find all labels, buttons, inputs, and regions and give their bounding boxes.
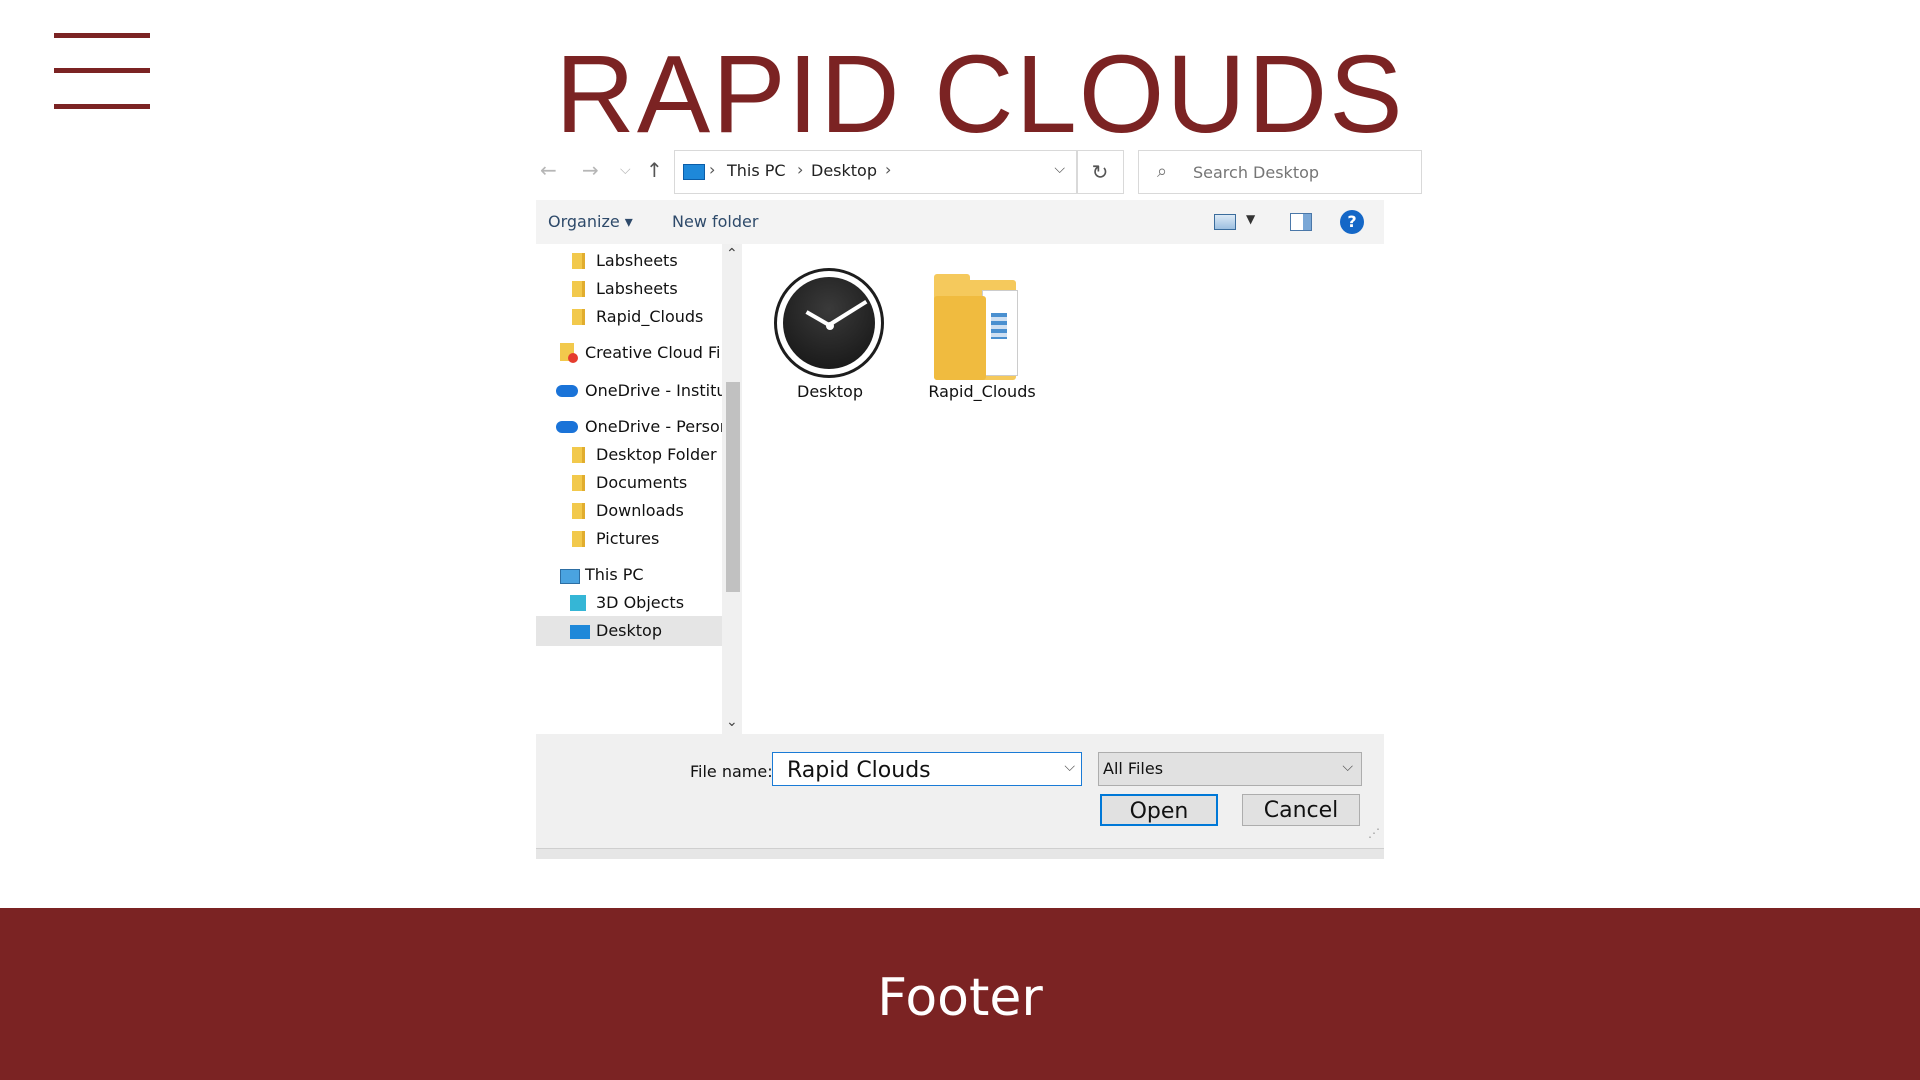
file-name-combobox[interactable]: ⌵ xyxy=(772,752,1082,786)
nav-item-rapid-clouds[interactable]: Rapid_Clouds xyxy=(536,302,722,332)
nav-item-label: Downloads xyxy=(596,501,684,520)
dialog-bottom-strip xyxy=(536,848,1384,859)
file-item-label: Desktop xyxy=(797,382,863,401)
file-name-label: File name: xyxy=(690,762,773,781)
nav-item-onedrive-personal[interactable]: OneDrive - Personal xyxy=(536,412,722,442)
nav-item-label: Documents xyxy=(596,473,688,492)
file-name-input[interactable] xyxy=(785,757,1049,783)
nav-item-label: This PC xyxy=(585,565,644,584)
nav-item-label: OneDrive - Personal xyxy=(585,417,722,436)
nav-item-3d-objects[interactable]: 3D Objects xyxy=(536,588,722,618)
folder-icon xyxy=(572,531,585,547)
navigation-pane: Labsheets Labsheets Rapid_Clouds Creativ… xyxy=(536,244,742,734)
nav-item-label: OneDrive - Institute xyxy=(585,381,722,400)
preview-pane-icon[interactable] xyxy=(1290,213,1312,231)
app-title: RAPID CLOUDS xyxy=(555,33,1405,156)
address-row: ← → ⌵ ↑ › This PC › Desktop › ⌵ ↻ ⌕ xyxy=(536,148,1422,196)
cancel-button[interactable]: Cancel xyxy=(1242,794,1360,826)
breadcrumb-separator-icon: › xyxy=(885,160,892,179)
nav-item-creative-cloud-files[interactable]: Creative Cloud Files xyxy=(536,338,722,368)
nav-item-label: Rapid_Clouds xyxy=(596,307,704,326)
nav-item-desktop[interactable]: Desktop xyxy=(536,616,722,646)
onedrive-icon xyxy=(556,421,578,433)
nav-item-labsheets[interactable]: Labsheets xyxy=(536,274,722,304)
chevron-down-icon[interactable]: ⌵ xyxy=(1064,759,1075,775)
desktop-icon xyxy=(570,625,590,639)
scrollbar-thumb[interactable] xyxy=(726,382,740,592)
search-box[interactable]: ⌕ xyxy=(1138,150,1422,194)
address-dropdown-chevron-icon[interactable]: ⌵ xyxy=(1054,161,1065,177)
breadcrumb-separator-icon: › xyxy=(797,160,804,179)
nav-item-label: Pictures xyxy=(596,529,660,548)
creative-cloud-icon xyxy=(560,343,578,363)
folder-icon xyxy=(572,253,585,269)
folder-icon xyxy=(572,309,585,325)
scroll-up-icon[interactable]: ⌃ xyxy=(726,246,738,262)
clock-icon xyxy=(774,268,884,378)
nav-item-label: Labsheets xyxy=(596,279,678,298)
file-open-dialog: ← → ⌵ ↑ › This PC › Desktop › ⌵ ↻ ⌕ Orga… xyxy=(536,148,1422,859)
file-list-view: Desktop Rapid_Clouds xyxy=(742,244,1384,734)
address-bar[interactable]: › This PC › Desktop › ⌵ xyxy=(674,150,1078,194)
folder-icon xyxy=(572,447,585,463)
folder-icon xyxy=(572,503,585,519)
3d-objects-icon xyxy=(570,595,586,611)
folder-icon xyxy=(572,475,585,491)
view-options-dropdown-icon[interactable]: ▼ xyxy=(1246,212,1255,226)
chevron-down-icon: ⌵ xyxy=(1342,759,1353,775)
breadcrumb-this-pc[interactable]: This PC xyxy=(727,161,786,180)
folder-icon xyxy=(934,274,1020,380)
resize-grip-icon[interactable]: ⋰ xyxy=(1368,826,1380,840)
nav-item-label: 3D Objects xyxy=(596,593,685,612)
onedrive-icon xyxy=(556,385,578,397)
this-pc-icon xyxy=(683,164,705,180)
file-item-rapid-clouds[interactable]: Rapid_Clouds xyxy=(912,254,1036,401)
back-arrow-icon[interactable]: ← xyxy=(540,158,557,182)
nav-item-label: Desktop xyxy=(596,621,662,640)
nav-item-labsheets[interactable]: Labsheets xyxy=(536,246,722,276)
new-folder-button[interactable]: New folder xyxy=(672,212,758,231)
open-button[interactable]: Open xyxy=(1100,794,1218,826)
help-icon[interactable]: ? xyxy=(1340,210,1364,234)
nav-item-label: Labsheets xyxy=(596,251,678,270)
nav-item-this-pc[interactable]: This PC xyxy=(536,560,722,590)
nav-item-documents[interactable]: Documents xyxy=(536,468,722,498)
breadcrumb-desktop[interactable]: Desktop xyxy=(811,161,877,180)
change-view-icon[interactable] xyxy=(1214,214,1236,230)
nav-item-label: Creative Cloud Files xyxy=(585,343,722,362)
breadcrumb-separator-icon: › xyxy=(709,160,716,179)
dialog-bottom-bar: File name: ⌵ All Files ⌵ Open Cancel ⋰ xyxy=(536,734,1384,858)
file-type-value: All Files xyxy=(1103,759,1164,778)
nav-item-downloads[interactable]: Downloads xyxy=(536,496,722,526)
file-type-select[interactable]: All Files ⌵ xyxy=(1098,752,1362,786)
nav-item-onedrive-institute[interactable]: OneDrive - Institute xyxy=(536,376,722,406)
nav-item-desktop-folder[interactable]: Desktop Folder xyxy=(536,440,722,470)
dialog-toolbar: Organize ▾ New folder ▼ ? xyxy=(536,200,1384,245)
up-arrow-icon[interactable]: ↑ xyxy=(646,158,663,182)
folder-icon xyxy=(572,281,585,297)
nav-pane-scrollbar[interactable]: ⌃ ⌄ xyxy=(722,244,742,734)
search-input[interactable] xyxy=(1191,159,1415,185)
computer-icon xyxy=(560,569,580,584)
file-item-desktop[interactable]: Desktop xyxy=(760,254,884,401)
search-icon: ⌕ xyxy=(1157,161,1168,182)
forward-arrow-icon[interactable]: → xyxy=(582,158,599,182)
organize-button[interactable]: Organize ▾ xyxy=(548,212,633,231)
footer-text: Footer xyxy=(877,968,1043,1028)
recent-locations-chevron-icon[interactable]: ⌵ xyxy=(620,162,631,178)
file-item-label: Rapid_Clouds xyxy=(928,382,1036,401)
nav-item-pictures[interactable]: Pictures xyxy=(536,524,722,554)
footer: Footer xyxy=(0,908,1920,1080)
refresh-button[interactable]: ↻ xyxy=(1076,150,1124,194)
refresh-icon: ↻ xyxy=(1091,160,1109,184)
scroll-down-icon[interactable]: ⌄ xyxy=(726,714,738,730)
nav-item-label: Desktop Folder xyxy=(596,445,717,464)
